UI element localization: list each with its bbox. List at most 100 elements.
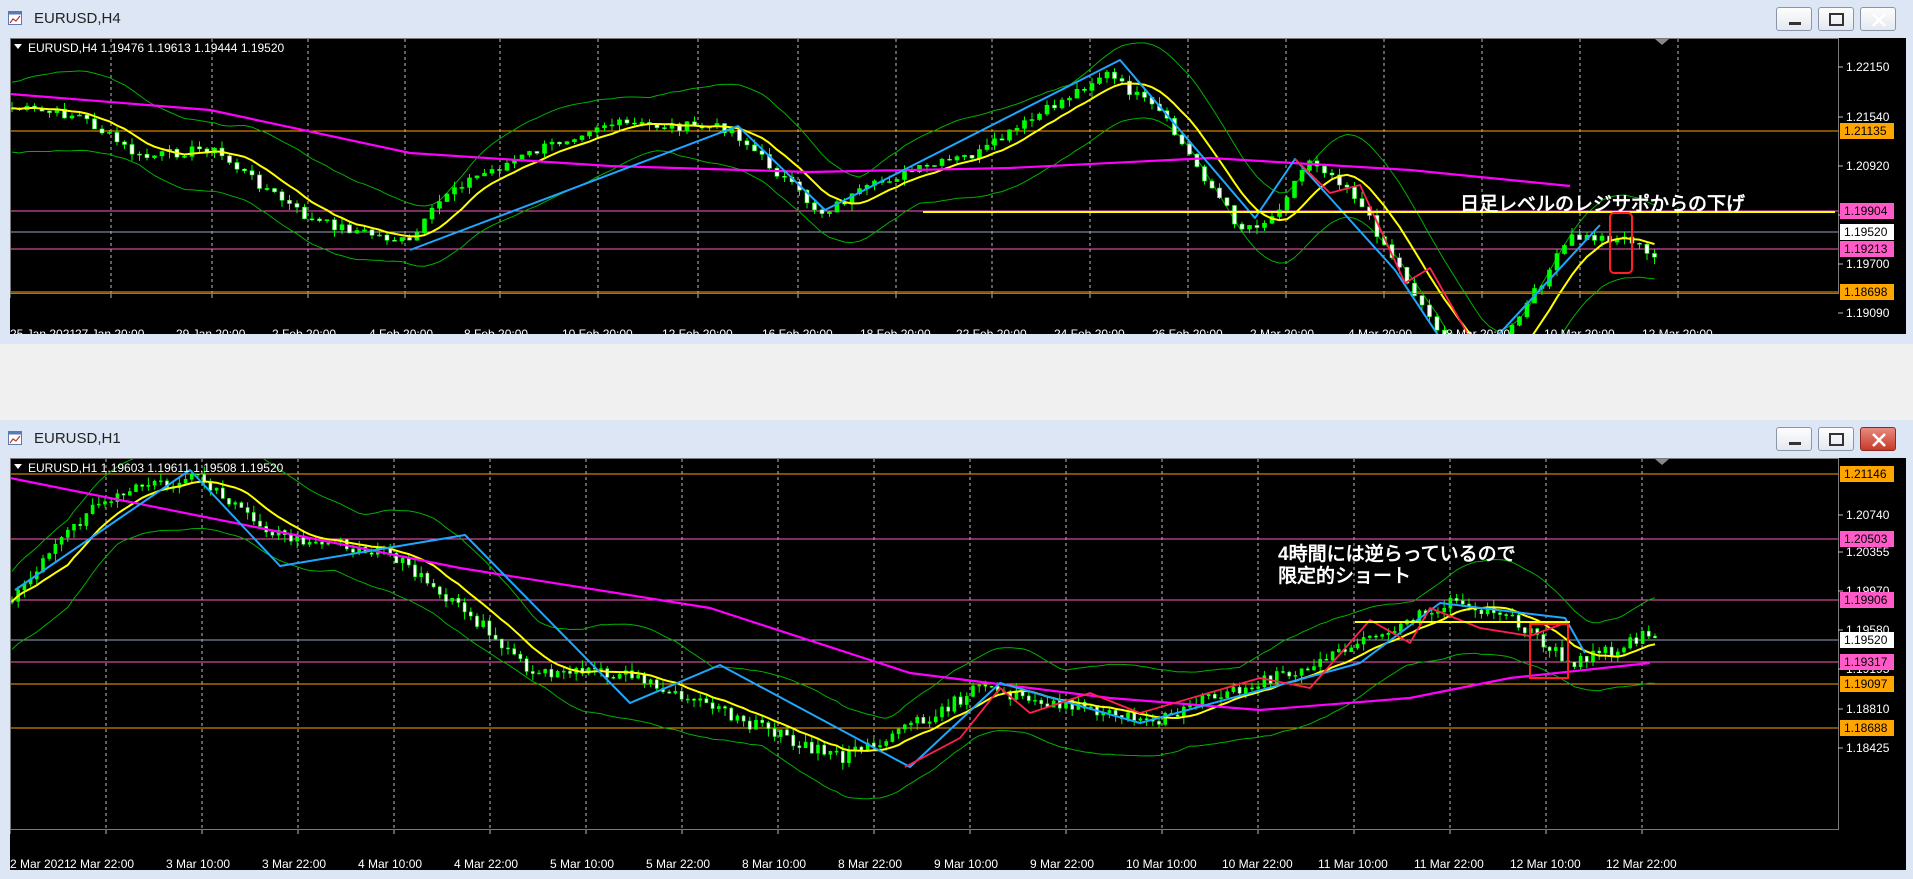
candles bbox=[9, 68, 1657, 383]
candle-body bbox=[1194, 153, 1200, 167]
triangle-down-icon[interactable] bbox=[14, 464, 22, 469]
minimize-button[interactable] bbox=[1776, 7, 1812, 31]
candle-body bbox=[679, 690, 684, 700]
candle-body bbox=[122, 141, 127, 145]
candle-body bbox=[1585, 655, 1589, 663]
time-axis: 25 Jan 202127 Jan 20:00 29 Jan 20:00 2 Feb… bbox=[9, 294, 1713, 341]
candle-body bbox=[1479, 609, 1484, 615]
candle-body bbox=[462, 602, 467, 613]
candle-body bbox=[1281, 671, 1285, 673]
candle-body bbox=[1609, 646, 1614, 657]
candle-body bbox=[146, 484, 151, 487]
price-tag-label: 1.19317 bbox=[1844, 655, 1888, 669]
candle-body bbox=[481, 620, 486, 627]
candle-body bbox=[384, 234, 390, 241]
candle-body bbox=[78, 524, 82, 526]
candle-body bbox=[624, 119, 630, 124]
candle-body bbox=[497, 169, 502, 171]
candle-body bbox=[1329, 172, 1335, 176]
chart-window-h1-frame[interactable]: EURUSD,H1 1.20740 1.20355 1.19970 1.19580 1.… bbox=[0, 420, 1913, 879]
price-tag-label: 1.21135 bbox=[1844, 124, 1887, 138]
time-label: 5 Mar 10:00 bbox=[550, 857, 614, 870]
candle-body bbox=[735, 715, 740, 721]
chart-area[interactable]: 1.207401.203551.199701.195801.191951.188… bbox=[9, 443, 1906, 871]
candle-body bbox=[1225, 691, 1229, 698]
price-label: 1.20355 bbox=[1846, 545, 1890, 559]
chart-area[interactable]: 1.221501.215401.209201.203101.197001.190… bbox=[9, 38, 1906, 397]
candle-body bbox=[1219, 697, 1223, 699]
candle-body bbox=[369, 229, 375, 236]
candle-body bbox=[1247, 225, 1252, 230]
maximize-button[interactable] bbox=[1818, 427, 1854, 451]
price-label: 1.21540 bbox=[1846, 110, 1890, 124]
candle-body bbox=[429, 207, 435, 220]
candle-body bbox=[989, 685, 994, 688]
candle-body bbox=[940, 706, 944, 718]
candle-body bbox=[109, 501, 113, 503]
candle-body bbox=[1202, 166, 1207, 182]
window-titlebar[interactable]: EURUSD,H4 bbox=[0, 0, 1913, 38]
candle-body bbox=[890, 733, 895, 742]
candle-body bbox=[766, 722, 771, 729]
candle-body bbox=[1074, 88, 1080, 99]
candle-body bbox=[1138, 718, 1143, 721]
chart-info-line: EURUSD,H4 1.19476 1.19613 1.19444 1.1952… bbox=[28, 41, 285, 55]
minimize-button[interactable] bbox=[1776, 427, 1812, 451]
time-label: 8 Mar 10:00 bbox=[742, 857, 806, 870]
candle-body bbox=[114, 132, 120, 143]
candle-body bbox=[840, 750, 845, 764]
candle-body bbox=[599, 668, 603, 670]
candle-body bbox=[924, 165, 930, 167]
candle-body bbox=[425, 573, 430, 584]
price-tag-label: 1.21146 bbox=[1844, 467, 1887, 481]
candle-body bbox=[1355, 643, 1360, 649]
time-label: 2 Mar 22:00 bbox=[70, 857, 134, 870]
maximize-button[interactable] bbox=[1818, 7, 1854, 31]
maximize-icon bbox=[1829, 433, 1844, 446]
candle-body bbox=[1652, 253, 1657, 258]
price-tag-label: 1.19213 bbox=[1844, 242, 1888, 256]
candle-body bbox=[909, 722, 913, 726]
candle-body bbox=[1361, 637, 1366, 645]
close-button[interactable] bbox=[1860, 427, 1896, 451]
price-chart[interactable]: 1.207401.203551.199701.195801.191951.188… bbox=[9, 443, 1906, 871]
price-tag-label: 1.19520 bbox=[1844, 225, 1888, 239]
candle-body bbox=[543, 669, 548, 674]
window-title: EURUSD,H4 bbox=[34, 10, 121, 27]
candle-body bbox=[1569, 234, 1575, 246]
grid bbox=[105, 459, 1643, 830]
candle-body bbox=[999, 138, 1005, 141]
candle-body bbox=[422, 218, 427, 234]
time-label: 26 Feb 20:00 bbox=[1152, 327, 1223, 334]
chart-window-h4[interactable]: EURUSD,H4 1.221501.215401.209201.203101.… bbox=[0, 0, 1913, 397]
triangle-down-icon[interactable] bbox=[14, 44, 22, 49]
price-tag-label: 1.19097 bbox=[1844, 677, 1888, 691]
candle-body bbox=[90, 504, 95, 514]
window-title: EURUSD,H1 bbox=[34, 430, 121, 447]
price-tag-label: 1.19520 bbox=[1844, 633, 1888, 647]
price-chart[interactable]: 1.221501.215401.209201.203101.197001.190… bbox=[9, 38, 1906, 397]
candle-body bbox=[65, 529, 70, 538]
candle-body bbox=[642, 674, 647, 684]
candle-body bbox=[137, 153, 142, 156]
candle-body bbox=[1293, 675, 1298, 677]
candle-body bbox=[902, 170, 907, 180]
candle-body bbox=[279, 191, 285, 201]
candle-body bbox=[1322, 165, 1327, 174]
candle-body bbox=[1324, 658, 1329, 661]
candle-body bbox=[103, 501, 107, 505]
candle-body bbox=[1119, 78, 1125, 82]
candle-body bbox=[392, 239, 397, 242]
candle-body bbox=[1175, 714, 1180, 717]
candle-body bbox=[444, 594, 448, 602]
zigzag-main bbox=[14, 469, 1586, 768]
close-button[interactable] bbox=[1860, 7, 1896, 31]
price-label: 1.22150 bbox=[1846, 60, 1890, 74]
time-label: 8 Feb 20:00 bbox=[464, 327, 528, 334]
candle-body bbox=[1562, 245, 1567, 254]
candle-body bbox=[896, 728, 901, 735]
candle-body bbox=[698, 698, 703, 701]
window-titlebar[interactable]: EURUSD,H1 bbox=[0, 420, 1913, 458]
candle-body bbox=[475, 615, 479, 627]
candle-body bbox=[958, 696, 963, 705]
